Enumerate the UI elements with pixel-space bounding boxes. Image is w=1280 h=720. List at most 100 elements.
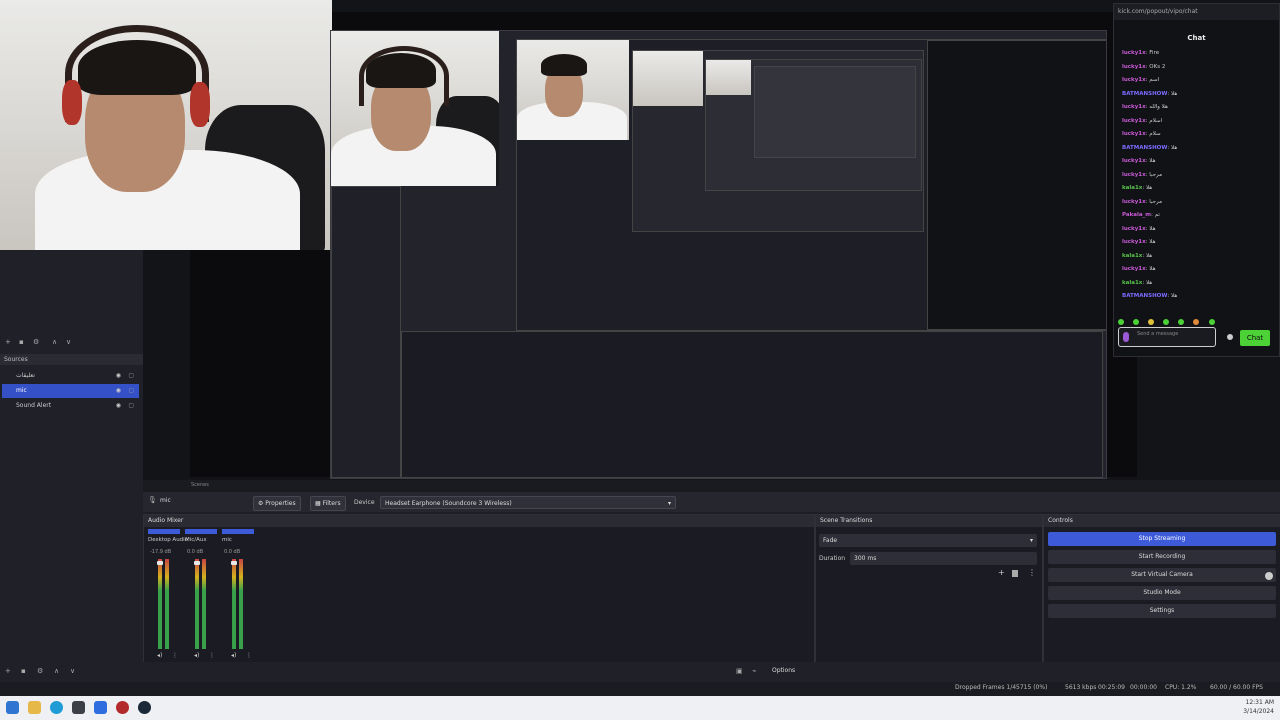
control-button[interactable]: Stop Streaming bbox=[1048, 532, 1276, 546]
more-icon[interactable]: ⋮ bbox=[172, 652, 178, 659]
status-bar: Dropped Frames 1/45715 (0%) 5613 kbps 00… bbox=[0, 682, 1280, 696]
obs-icon[interactable] bbox=[116, 701, 129, 714]
chat-message: kala1x: هلا bbox=[1122, 279, 1153, 286]
chat-username[interactable]: lucky1x bbox=[1122, 239, 1146, 245]
source-item[interactable]: mic ◉ ▢ bbox=[2, 384, 139, 398]
chat-message: lucky1x: هلا bbox=[1122, 239, 1156, 245]
scene-tab-strip: Scenes bbox=[143, 480, 1280, 492]
chat-message: lucky1x: هلا والله bbox=[1122, 104, 1168, 110]
settings-icon[interactable] bbox=[1227, 334, 1233, 340]
chat-username[interactable]: kala1x bbox=[1122, 185, 1142, 191]
chat-username[interactable]: kala1x bbox=[1122, 280, 1142, 286]
gear-icon[interactable] bbox=[1265, 572, 1273, 580]
control-button[interactable]: Start Recording bbox=[1048, 550, 1276, 564]
bitrate: 5613 kbps bbox=[1065, 684, 1097, 691]
chat-message-text: هلا bbox=[1171, 90, 1178, 97]
microphone-icon: 🎙 bbox=[148, 496, 157, 504]
lock-icon[interactable]: ▢ bbox=[128, 384, 134, 398]
speaker-icon[interactable]: ◂) bbox=[194, 652, 199, 659]
more-icon[interactable]: ⋮ bbox=[1028, 568, 1036, 577]
chat-username[interactable]: lucky1x bbox=[1122, 50, 1146, 56]
add-icon[interactable]: + bbox=[5, 667, 11, 675]
move-up-icon[interactable]: ∧ bbox=[54, 667, 59, 675]
options-button[interactable]: Options bbox=[772, 667, 795, 674]
more-icon[interactable]: ⋮ bbox=[246, 652, 252, 659]
speaker-icon[interactable]: ◂) bbox=[231, 652, 236, 659]
edge-icon[interactable] bbox=[50, 701, 63, 714]
chat-username[interactable]: lucky1x bbox=[1122, 131, 1146, 137]
chat-username[interactable]: lucky1x bbox=[1122, 266, 1146, 272]
link-icon[interactable]: ⌁ bbox=[752, 667, 756, 675]
move-down-icon[interactable]: ∨ bbox=[70, 667, 75, 675]
chat-message: lucky1x: مرحبا bbox=[1122, 198, 1163, 205]
volume-fader[interactable] bbox=[157, 561, 163, 565]
properties-label: Properties bbox=[265, 500, 296, 507]
transition-type: Fade bbox=[823, 537, 838, 544]
transition-select[interactable]: Fade ▾ bbox=[819, 534, 1037, 547]
gear-icon[interactable]: ⚙ bbox=[33, 338, 39, 346]
steam-icon[interactable] bbox=[138, 701, 151, 714]
volume-fader[interactable] bbox=[231, 561, 237, 565]
chat-username[interactable]: lucky1x bbox=[1122, 118, 1146, 124]
stream-time: 00:25:09 bbox=[1098, 684, 1125, 691]
chat-message: kala1x: هلا bbox=[1122, 252, 1153, 259]
control-button[interactable]: Settings bbox=[1048, 604, 1276, 618]
chat-username[interactable]: BATMANSHOW bbox=[1122, 145, 1167, 151]
fps: 60.00 / 60.00 FPS bbox=[1210, 684, 1263, 691]
volume-meter bbox=[165, 559, 169, 649]
move-down-icon[interactable]: ∨ bbox=[66, 338, 71, 346]
taskbar-date: 3/14/2024 bbox=[1243, 708, 1274, 715]
more-icon[interactable]: ⋮ bbox=[209, 652, 215, 659]
control-button[interactable]: Studio Mode bbox=[1048, 586, 1276, 600]
store-icon[interactable] bbox=[72, 701, 85, 714]
transitions-title: Scene Transitions bbox=[816, 515, 1042, 527]
trash-icon[interactable]: ▪ bbox=[19, 338, 24, 346]
file-explorer-icon[interactable] bbox=[28, 701, 41, 714]
control-button[interactable]: Start Virtual Camera bbox=[1048, 568, 1276, 582]
device-select[interactable]: Headset Earphone (Soundcore 3 Wireless) … bbox=[380, 496, 676, 509]
windows-start-icon[interactable] bbox=[6, 701, 19, 714]
visibility-eye-icon[interactable]: ◉ bbox=[116, 399, 121, 413]
lock-icon[interactable]: ▢ bbox=[128, 369, 134, 383]
properties-button[interactable]: ⚙ Properties bbox=[253, 496, 301, 511]
chat-username[interactable]: lucky1x bbox=[1122, 104, 1146, 110]
chat-username[interactable]: Pakala_m bbox=[1122, 212, 1151, 218]
mixer-channel-name: mic bbox=[222, 537, 232, 543]
chat-window[interactable]: kick.com/popout/vipo/chat Chat Send a me… bbox=[1113, 3, 1280, 357]
chat-username[interactable]: BATMANSHOW bbox=[1122, 293, 1167, 299]
trash-icon[interactable]: ▪ bbox=[21, 667, 26, 675]
move-up-icon[interactable]: ∧ bbox=[52, 338, 57, 346]
speaker-icon[interactable]: ◂) bbox=[157, 652, 162, 659]
filters-label: Filters bbox=[322, 500, 341, 507]
volume-fader[interactable] bbox=[194, 561, 200, 565]
emote-bar[interactable] bbox=[1118, 310, 1274, 325]
source-item[interactable]: تعليقات ◉ ▢ bbox=[2, 369, 139, 383]
chat-url-bar[interactable]: kick.com/popout/vipo/chat bbox=[1114, 4, 1279, 20]
source-item[interactable]: Sound Alert ◉ ▢ bbox=[2, 399, 139, 413]
lock-icon[interactable]: ▢ bbox=[128, 399, 134, 413]
chat-username[interactable]: kala1x bbox=[1122, 253, 1142, 259]
chat-username[interactable]: lucky1x bbox=[1122, 77, 1146, 83]
visibility-eye-icon[interactable]: ◉ bbox=[116, 369, 121, 383]
add-icon[interactable]: + bbox=[998, 568, 1005, 577]
mixer-channel-name: Desktop Audio bbox=[148, 537, 189, 543]
gear-icon[interactable]: ⚙ bbox=[37, 667, 43, 675]
chevron-down-icon: ▾ bbox=[1029, 537, 1033, 544]
lock-icon[interactable]: ▣ bbox=[736, 667, 743, 675]
scenes-tab-label[interactable]: Scenes bbox=[191, 482, 209, 488]
trash-icon[interactable] bbox=[1012, 570, 1018, 577]
chat-username[interactable]: lucky1x bbox=[1122, 64, 1146, 70]
chat-username[interactable]: lucky1x bbox=[1122, 172, 1146, 178]
chat-username[interactable]: lucky1x bbox=[1122, 226, 1146, 232]
add-icon[interactable]: + bbox=[5, 338, 11, 346]
chat-username[interactable]: BATMANSHOW bbox=[1122, 91, 1167, 97]
filters-button[interactable]: ▦ Filters bbox=[310, 496, 346, 511]
duration-input[interactable]: 300 ms bbox=[850, 552, 1037, 565]
visibility-eye-icon[interactable]: ◉ bbox=[116, 384, 121, 398]
chat-message-text: هلا bbox=[1171, 144, 1178, 151]
chat-username[interactable]: lucky1x bbox=[1122, 199, 1146, 205]
chat-input[interactable]: Send a message bbox=[1118, 327, 1216, 347]
chat-send-button[interactable]: Chat bbox=[1240, 330, 1270, 346]
mail-icon[interactable] bbox=[94, 701, 107, 714]
chat-username[interactable]: lucky1x bbox=[1122, 158, 1146, 164]
